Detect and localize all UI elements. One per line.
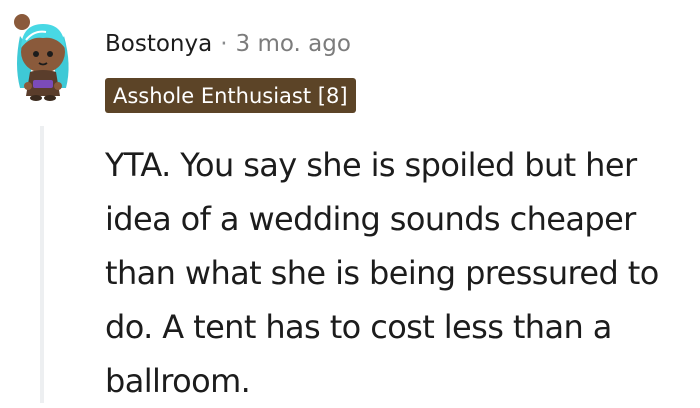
snoo-avatar-icon <box>14 14 69 101</box>
comment-header: Bostonya · 3 mo. ago <box>105 28 351 60</box>
user-flair-badge: Asshole Enthusiast [8] <box>105 78 356 113</box>
username-link[interactable]: Bostonya <box>105 31 212 57</box>
meta-separator: · <box>220 31 228 57</box>
avatar[interactable] <box>6 10 80 102</box>
comment-body-text: YTA. You say she is spoiled but her idea… <box>105 146 659 400</box>
comment-timestamp[interactable]: 3 mo. ago <box>236 31 351 57</box>
thread-collapse-line[interactable] <box>40 126 44 403</box>
